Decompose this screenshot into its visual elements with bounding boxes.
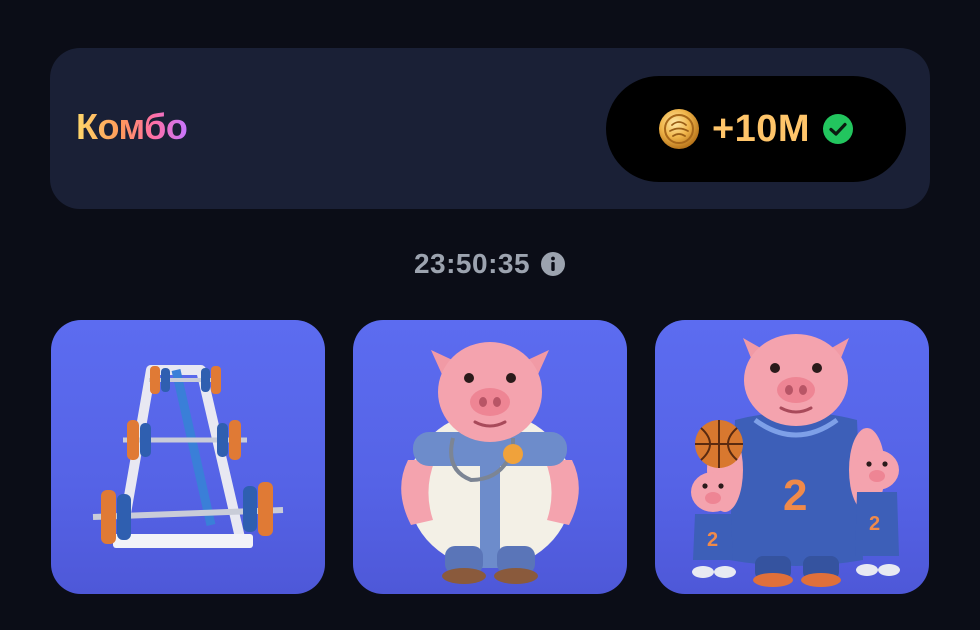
basketball-pig-family-icon: 2 2 2 [691,334,900,587]
combo-panel: Комбо +10M [50,48,930,209]
svg-text:2: 2 [869,513,880,535]
coin-icon [658,109,699,149]
combo-card-1[interactable] [51,320,325,594]
countdown-timer: 23:50:35 [413,248,531,279]
barbell-rack-icon [92,365,284,548]
check-circle-icon [823,114,854,144]
svg-text:2: 2 [707,529,718,551]
combo-card-3[interactable]: 2 2 2 [655,320,929,594]
reward-amount: +10M [711,107,811,150]
timer-row: 23:50:35 [0,248,980,280]
info-icon[interactable] [540,251,566,277]
doctor-pig-icon [401,342,579,584]
combo-title: Комбо [76,106,188,147]
combo-reward-pill: +10M [606,76,906,182]
combo-card-2[interactable] [353,320,627,594]
svg-text:2: 2 [783,471,807,520]
